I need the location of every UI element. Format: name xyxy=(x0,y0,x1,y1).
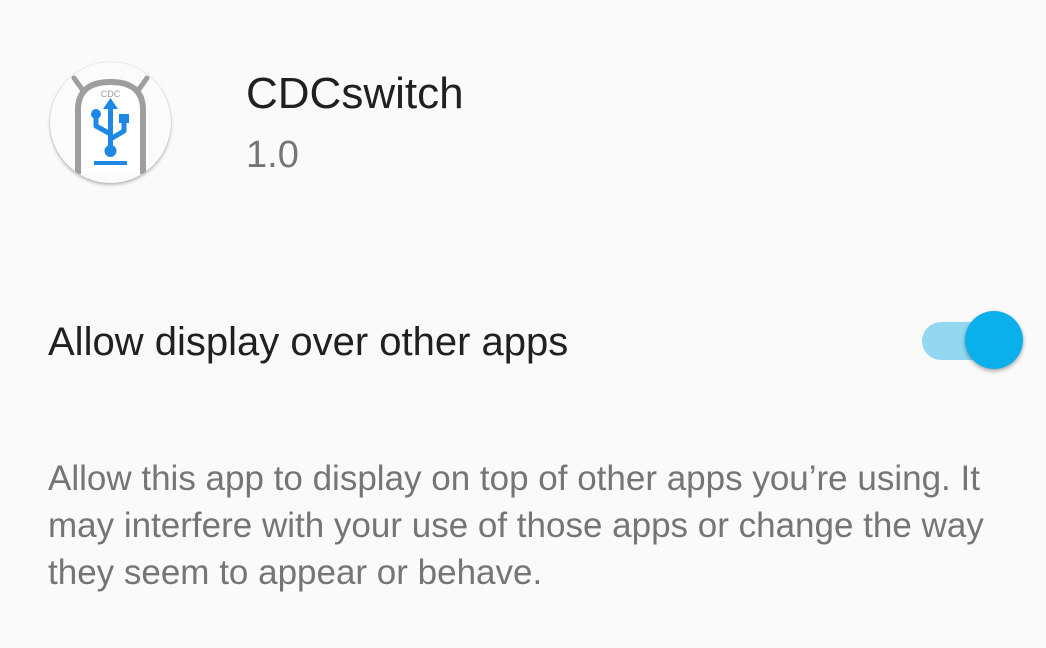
display-over-apps-row[interactable]: Allow display over other apps xyxy=(0,290,1046,396)
app-header: CDC CDCswitch 1.0 xyxy=(0,0,1046,220)
display-over-apps-toggle[interactable] xyxy=(920,310,1028,372)
android-usb-icon: CDC xyxy=(50,62,171,183)
setting-summary: Allow this app to display on top of othe… xyxy=(48,459,984,592)
app-icon-graphic: CDC xyxy=(71,75,150,174)
toggle-thumb xyxy=(965,311,1023,369)
app-version: 1.0 xyxy=(246,134,299,176)
app-icon-label: CDC xyxy=(101,89,121,99)
app-info-screen: CDC CDCswitch 1.0 Allow display over oth… xyxy=(0,0,1046,648)
app-name: CDCswitch xyxy=(246,69,464,118)
setting-title: Allow display over other apps xyxy=(48,320,569,364)
